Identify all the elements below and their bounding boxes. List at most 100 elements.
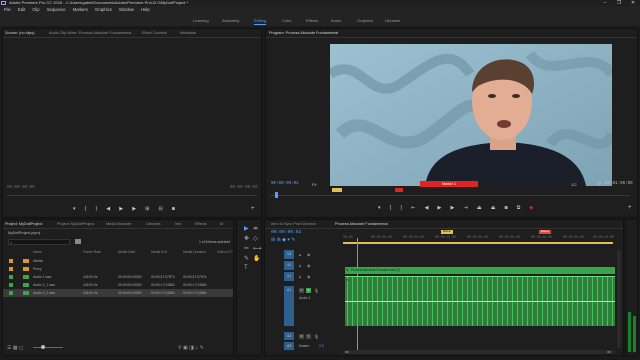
mic-icon[interactable]: 🎙︎ bbox=[314, 288, 319, 293]
project-search-input[interactable]: ⌕ bbox=[8, 239, 70, 245]
timeline-marker-yellow[interactable]: Marker bbox=[441, 230, 453, 234]
go-to-in-icon[interactable]: ⇤ bbox=[411, 205, 415, 211]
timeline-horizontal-scrollbar[interactable] bbox=[343, 350, 615, 354]
mark-in-icon[interactable]: { bbox=[390, 205, 392, 211]
workspace-color[interactable]: Color bbox=[282, 17, 292, 24]
marker-red-small[interactable] bbox=[395, 188, 403, 192]
table-row[interactable]: Audio 1.wav 44100 Hz 00:00:00:00000 00:0… bbox=[3, 273, 233, 281]
tab-program[interactable]: Program: Process Absolute Fundamental bbox=[269, 30, 338, 37]
tab-project-2[interactable]: Project: MyDollProject bbox=[57, 221, 94, 228]
eye-icon[interactable]: ◉ bbox=[307, 274, 311, 279]
time-ruler[interactable]: 00:00 00:00:05:00 00:00:10:00 00:00:15:0… bbox=[343, 230, 614, 244]
zoom-select[interactable]: Fit bbox=[312, 182, 316, 187]
step-back-icon[interactable]: ◀ bbox=[425, 205, 429, 211]
tab-info[interactable]: Info bbox=[175, 221, 181, 228]
track-target-a1[interactable] bbox=[284, 286, 294, 326]
mute-icon[interactable]: M bbox=[299, 334, 304, 339]
tab-audio-clip-mixer[interactable]: Audio Clip Mixer: Process Absolute Funda… bbox=[49, 30, 131, 37]
volume-rubberband[interactable] bbox=[345, 301, 615, 302]
tab-source[interactable]: Source: (no clips) bbox=[5, 30, 35, 37]
menu-clip[interactable]: Clip bbox=[32, 7, 39, 12]
tab-sequence-intro[interactable]: Intro to Sync Pixel Director bbox=[271, 221, 316, 228]
menu-sequence[interactable]: Sequence bbox=[47, 7, 66, 12]
lock-icon[interactable]: 🔒︎ bbox=[299, 252, 301, 257]
add-button-icon[interactable]: + bbox=[628, 205, 632, 211]
tab-metadata[interactable]: Metadata bbox=[180, 30, 196, 37]
add-marker-icon[interactable]: ▾ bbox=[73, 206, 76, 212]
eye-icon[interactable]: ◉ bbox=[307, 263, 311, 268]
insert-icon[interactable]: ⊞ bbox=[145, 206, 149, 212]
playhead-handle[interactable] bbox=[275, 192, 278, 198]
track-select-tool-icon[interactable]: ⇹ bbox=[253, 225, 258, 232]
menu-markers[interactable]: Markers bbox=[73, 7, 88, 12]
col-name[interactable]: Name bbox=[33, 250, 42, 254]
razor-tool-icon[interactable]: ✂ bbox=[244, 245, 249, 252]
extract-icon[interactable]: ⏏ bbox=[491, 205, 496, 211]
slip-tool-icon[interactable]: ⟷ bbox=[253, 245, 262, 252]
camera-icon[interactable]: ◙ bbox=[505, 205, 508, 211]
timeline-vertical-scrollbar[interactable] bbox=[617, 250, 621, 348]
tab-effects[interactable]: Effects bbox=[195, 221, 207, 228]
mic-icon[interactable]: 🎙︎ bbox=[314, 334, 319, 339]
tab-more[interactable]: M bbox=[220, 221, 223, 228]
mark-out-icon[interactable]: } bbox=[400, 205, 402, 211]
ripple-edit-tool-icon[interactable]: ✥ bbox=[244, 235, 249, 242]
step-forward-icon[interactable]: ▶ bbox=[451, 205, 455, 211]
table-row[interactable]: Abetta bbox=[3, 257, 233, 265]
marker-yellow[interactable] bbox=[332, 188, 342, 192]
table-row[interactable]: Audio 2_1.wav 44100 Hz 00:00:00:00000 00… bbox=[3, 281, 233, 289]
source-scrubber[interactable] bbox=[7, 195, 257, 196]
tab-project[interactable]: Project: MyDollProject bbox=[5, 221, 42, 228]
scroll-handle-left[interactable] bbox=[345, 351, 349, 353]
workspace-graphics[interactable]: Graphics bbox=[357, 17, 373, 24]
menu-edit[interactable]: Edit bbox=[18, 7, 25, 12]
compare-icon[interactable]: ⧉ bbox=[517, 205, 521, 211]
list-view-icon[interactable]: ☰ ▦ ◻ bbox=[7, 345, 23, 351]
table-row-selected[interactable]: Audio 2_2.wav 44100 Hz 00:00:00:00000 00… bbox=[3, 289, 233, 297]
source-timecode-left[interactable]: 00:00:00:00 bbox=[7, 186, 35, 190]
video-clip[interactable]: Process Absolute Fundamental [V] fx bbox=[345, 267, 615, 274]
menu-file[interactable]: File bbox=[4, 7, 11, 12]
play-icon[interactable]: ▶ bbox=[438, 205, 442, 211]
col-video-in[interactable]: Video In P bbox=[217, 250, 233, 254]
selection-tool-icon[interactable]: ▶ bbox=[244, 225, 249, 232]
col-media-end[interactable]: Media End bbox=[151, 250, 167, 254]
workspace-audio[interactable]: Audio bbox=[331, 17, 341, 24]
camera-icon[interactable]: ◙ bbox=[172, 206, 175, 212]
master-value[interactable]: 0.0 bbox=[319, 344, 324, 348]
solo-icon[interactable]: S bbox=[306, 288, 311, 293]
menu-graphics[interactable]: Graphics bbox=[95, 7, 112, 12]
marker-icon[interactable]: ◆ bbox=[529, 205, 533, 211]
col-media-start[interactable]: Media Start bbox=[118, 250, 135, 254]
new-bin-icon[interactable] bbox=[75, 239, 81, 244]
audio-clip-a1[interactable]: fx bbox=[345, 276, 615, 326]
col-media-duration[interactable]: Media Duration bbox=[183, 250, 206, 254]
workspace-editing[interactable]: Editing bbox=[254, 17, 267, 25]
workspace-assembly[interactable]: Assembly bbox=[222, 17, 239, 24]
add-marker-icon[interactable]: ▾ bbox=[378, 205, 381, 211]
lock-icon[interactable]: 🔒︎ bbox=[299, 274, 301, 279]
pencil-tool-icon[interactable]: ✎ bbox=[244, 255, 249, 262]
scroll-handle-right[interactable] bbox=[607, 351, 611, 353]
lock-icon[interactable]: 🔒︎ bbox=[299, 263, 301, 268]
workspace-libraries[interactable]: Libraries bbox=[385, 17, 400, 24]
menu-window[interactable]: Window bbox=[119, 7, 134, 12]
marker-label[interactable]: Marker 1 bbox=[420, 181, 478, 187]
step-forward-icon[interactable]: ▶ bbox=[132, 206, 136, 212]
pen-tool-icon[interactable]: ◇ bbox=[253, 235, 258, 242]
tab-media-browser[interactable]: Media Browser bbox=[106, 221, 131, 228]
workspace-effects[interactable]: Effects bbox=[306, 17, 318, 24]
wrench-icon[interactable]: ⚙ bbox=[597, 181, 601, 187]
tab-sequence-process[interactable]: Process Absolute Fundamental bbox=[335, 221, 388, 228]
solo-icon[interactable]: S bbox=[306, 334, 311, 339]
tab-effect-controls[interactable]: Effect Controls bbox=[142, 30, 167, 37]
hand-tool-icon[interactable]: ✋ bbox=[253, 255, 260, 262]
play-icon[interactable]: ▶ bbox=[119, 206, 123, 212]
resolution-select[interactable]: 1/2 bbox=[571, 182, 577, 187]
step-back-icon[interactable]: ◀ bbox=[106, 206, 110, 212]
zoom-slider[interactable] bbox=[33, 347, 63, 348]
workspace-learning[interactable]: Learning bbox=[193, 17, 209, 24]
table-row[interactable]: Proxy bbox=[3, 265, 233, 273]
timeline-marker-red[interactable]: Marker bbox=[539, 230, 551, 234]
add-button-icon[interactable]: + bbox=[251, 206, 255, 212]
